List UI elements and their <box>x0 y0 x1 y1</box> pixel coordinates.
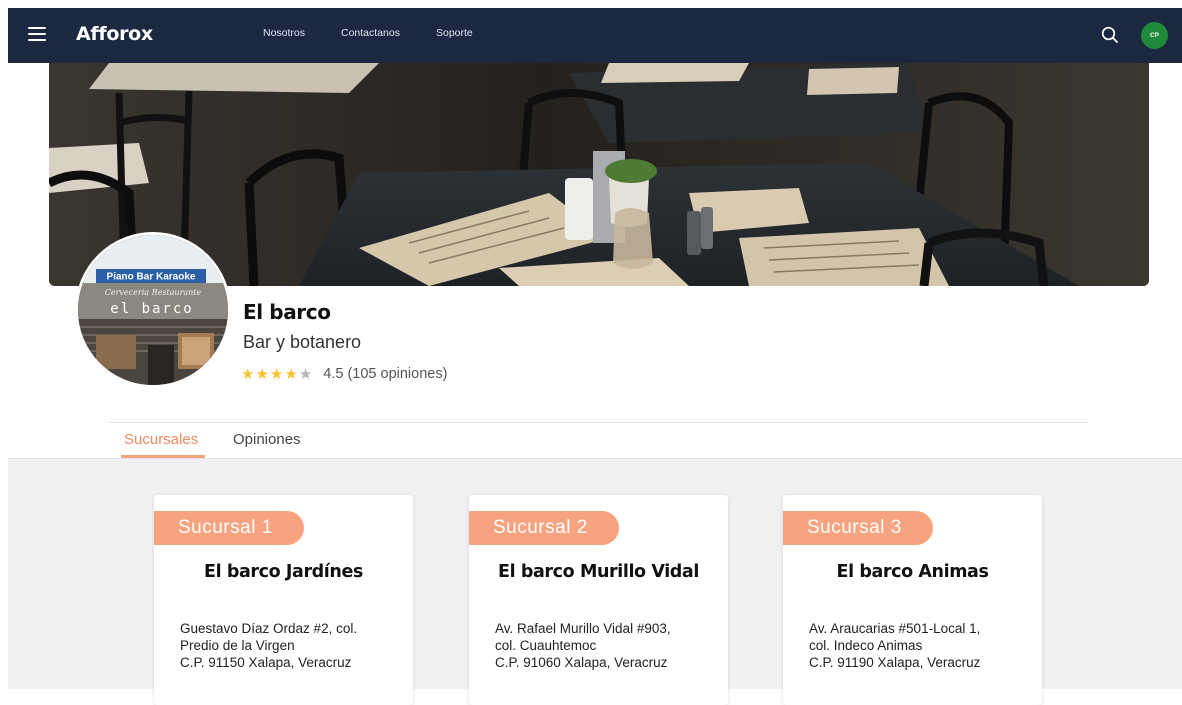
rating-summary: ★ ★ ★ ★ ★ 4.5 (105 opiniones) <box>241 366 447 382</box>
rating-text: 4.5 (105 opiniones) <box>323 366 448 382</box>
hero-banner-image <box>49 63 1149 286</box>
sign-text-middle: Cerveceria Restaurante <box>105 288 202 297</box>
star-filled-icon: ★ <box>241 365 255 383</box>
address-line: C.P. 91190 Xalapa, Veracruz <box>809 655 981 670</box>
tabs-divider <box>108 422 1089 423</box>
branch-card[interactable]: Sucursal 1 El barco Jardínes Guestavo Dí… <box>154 495 413 705</box>
branch-tag: Sucursal 2 <box>469 511 619 545</box>
branch-tag: Sucursal 3 <box>783 511 933 545</box>
tab-opiniones[interactable]: Opiniones <box>233 431 301 448</box>
branch-name: El barco Jardínes <box>204 562 363 582</box>
brand-logo[interactable]: Afforox <box>76 23 153 45</box>
search-icon[interactable] <box>1100 25 1120 45</box>
rating-stars: ★ ★ ★ ★ ★ <box>241 367 313 382</box>
nav-link-soporte[interactable]: Soporte <box>436 27 473 39</box>
address-line: Av. Araucarias #501-Local 1, <box>809 621 981 636</box>
star-filled-icon: ★ <box>284 365 298 383</box>
tab-sucursales[interactable]: Sucursales <box>124 431 198 448</box>
user-avatar[interactable]: CP <box>1141 22 1168 49</box>
address-line: col. Cuauhtemoc <box>495 638 597 653</box>
business-profile-photo: Piano Bar Karaoke Cerveceria Restaurante… <box>75 232 231 388</box>
sign-text-top: Piano Bar Karaoke <box>107 272 196 283</box>
nav-link-contactanos[interactable]: Contactanos <box>341 27 400 39</box>
branch-address: Guestavo Díaz Ordaz #2, col. Predio de l… <box>180 620 357 671</box>
branch-card[interactable]: Sucursal 2 El barco Murillo Vidal Av. Ra… <box>469 495 728 705</box>
star-empty-icon: ★ <box>298 365 313 383</box>
address-line: col. Indeco Animas <box>809 638 923 653</box>
address-line: C.P. 91150 Xalapa, Veracruz <box>180 655 352 670</box>
nav-link-nosotros[interactable]: Nosotros <box>263 27 305 39</box>
address-line: C.P. 91060 Xalapa, Veracruz <box>495 655 668 670</box>
star-filled-icon: ★ <box>255 365 269 383</box>
hamburger-menu-icon[interactable] <box>28 27 46 41</box>
branch-address: Av. Araucarias #501-Local 1, col. Indeco… <box>809 620 980 671</box>
branch-name: El barco Murillo Vidal <box>498 562 699 582</box>
business-name: El barco <box>243 300 331 324</box>
top-navbar: Afforox Nosotros Contactanos Soporte CP <box>8 8 1182 63</box>
address-line: Predio de la Virgen <box>180 638 295 653</box>
address-line: Guestavo Díaz Ordaz #2, col. <box>180 621 358 636</box>
address-line: Av. Rafael Murillo Vidal #903, <box>495 621 671 636</box>
star-filled-icon: ★ <box>269 365 284 383</box>
business-category: Bar y botanero <box>243 332 362 352</box>
branch-address: Av. Rafael Murillo Vidal #903, col. Cuau… <box>495 620 671 671</box>
sign-text-main: el barco <box>110 301 193 317</box>
branch-card[interactable]: Sucursal 3 El barco Animas Av. Araucaria… <box>783 495 1042 705</box>
branch-tag: Sucursal 1 <box>154 511 304 545</box>
branch-name: El barco Animas <box>836 562 989 582</box>
